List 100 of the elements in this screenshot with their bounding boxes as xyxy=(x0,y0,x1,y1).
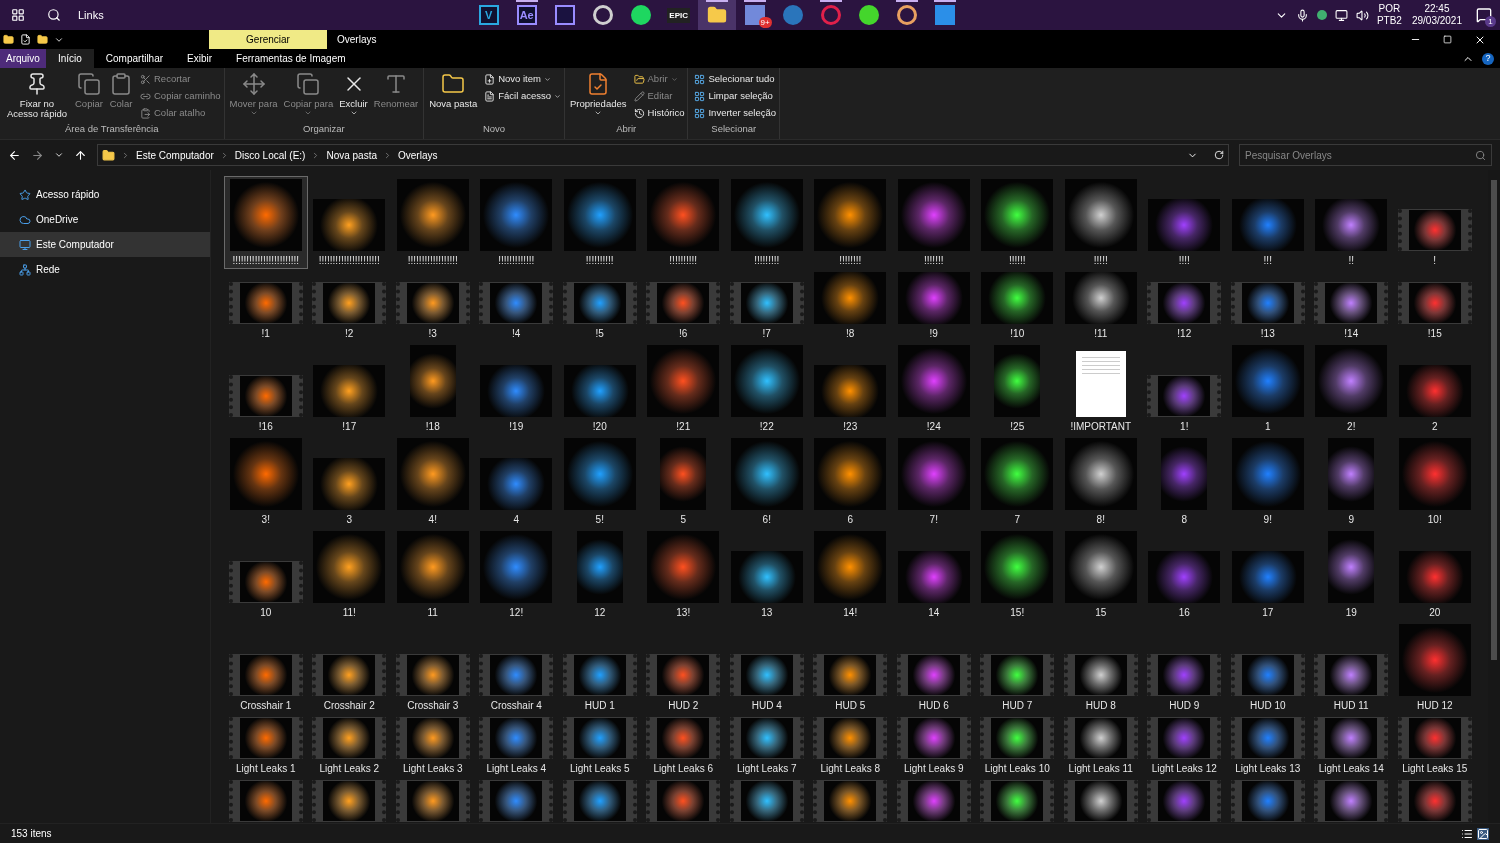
file-item[interactable]: 14! xyxy=(808,528,892,621)
file-item[interactable]: !!!!!!!!!! xyxy=(641,176,725,269)
file-item[interactable]: !!!!!!!! xyxy=(808,176,892,269)
file-item[interactable]: 15 xyxy=(1059,528,1143,621)
file-item[interactable]: !14 xyxy=(1309,279,1393,342)
up-icon[interactable] xyxy=(74,148,87,162)
file-item[interactable]: Light Leaks 5 xyxy=(558,714,642,777)
file-item[interactable]: 12 xyxy=(558,528,642,621)
file-item[interactable]: 4! xyxy=(391,435,475,528)
file-item[interactable]: Light Leaks 1 xyxy=(224,714,308,777)
file-item[interactable]: !!!!!!!!!!!!!!!!!!!!!!!! xyxy=(224,176,308,269)
taskbar-button[interactable]: 9+ xyxy=(735,0,774,30)
file-item[interactable]: 10 xyxy=(224,558,308,621)
file-item[interactable]: !19 xyxy=(474,362,558,435)
folder-icon[interactable] xyxy=(37,34,48,45)
file-item[interactable]: Crosshair 3 xyxy=(391,651,475,714)
file-item[interactable]: 8 xyxy=(1142,435,1226,528)
file-item[interactable]: 6 xyxy=(808,435,892,528)
file-item[interactable]: !15 xyxy=(1393,279,1477,342)
file-item[interactable]: Light Leaks 3 xyxy=(391,714,475,777)
sidebar-item[interactable]: Acesso rápido xyxy=(0,182,210,207)
file-item[interactable]: !1 xyxy=(224,279,308,342)
file-item[interactable]: 2 xyxy=(1393,362,1477,435)
file-item[interactable]: !!!!!! xyxy=(975,176,1059,269)
file-item[interactable]: 7 xyxy=(975,435,1059,528)
file-item[interactable]: Light Leaks 11 xyxy=(1059,714,1143,777)
file-item[interactable]: HUD 8 xyxy=(1059,651,1143,714)
file-item[interactable]: !!!!!!!!!!!!!!!!!! xyxy=(391,176,475,269)
file-item[interactable]: !IMPORTANT xyxy=(1059,348,1143,435)
file-item[interactable]: !13 xyxy=(1226,279,1310,342)
taskbar-button[interactable] xyxy=(697,0,736,30)
file-item[interactable]: Light Leaks 6 xyxy=(641,714,725,777)
breadcrumb[interactable]: Este Computador xyxy=(136,147,214,163)
properties-icon[interactable] xyxy=(20,34,31,45)
details-view-icon[interactable] xyxy=(1461,827,1473,840)
file-item[interactable]: !23 xyxy=(808,362,892,435)
file-item[interactable]: 9 xyxy=(1309,435,1393,528)
file-item[interactable]: !4 xyxy=(474,279,558,342)
ribbon-button[interactable]: Inverter seleção xyxy=(694,106,777,120)
taskbar-label[interactable]: Links xyxy=(78,6,104,24)
file-item[interactable]: HUD 12 xyxy=(1393,621,1477,714)
file-item[interactable]: 1! xyxy=(1142,372,1226,435)
file-item[interactable]: !20 xyxy=(558,362,642,435)
ribbon-button[interactable]: Nova pasta xyxy=(427,72,480,109)
file-item[interactable]: !!!!!!! xyxy=(892,176,976,269)
file-item[interactable]: 13! xyxy=(641,528,725,621)
file-item[interactable]: !16 xyxy=(224,372,308,435)
taskbar-button[interactable]: V xyxy=(469,0,508,30)
file-item[interactable]: HUD 5 xyxy=(808,651,892,714)
file-item[interactable]: !3 xyxy=(391,279,475,342)
file-item[interactable]: 14 xyxy=(892,548,976,621)
file-item[interactable]: Light Leaks 9 xyxy=(892,714,976,777)
file-item[interactable]: 15! xyxy=(975,528,1059,621)
file-item[interactable]: 9! xyxy=(1226,435,1310,528)
file-item[interactable]: 11! xyxy=(307,528,391,621)
file-item[interactable]: HUD 2 xyxy=(641,651,725,714)
file-item[interactable]: !!! xyxy=(1226,196,1310,269)
file-item[interactable]: Light Leaks 8 xyxy=(808,714,892,777)
taskbar-button[interactable]: Ae xyxy=(507,0,546,30)
help-button[interactable]: ? xyxy=(1482,52,1494,65)
file-item[interactable]: Crosshair 4 xyxy=(474,651,558,714)
file-item[interactable]: !!!!! xyxy=(1059,176,1143,269)
file-item[interactable]: 3! xyxy=(224,435,308,528)
file-item[interactable]: !10 xyxy=(975,269,1059,342)
ribbon-button[interactable]: Excluir xyxy=(337,72,370,117)
network-icon[interactable] xyxy=(1334,8,1348,22)
file-item[interactable]: 11 xyxy=(391,528,475,621)
file-item[interactable]: 5! xyxy=(558,435,642,528)
ribbon-tab[interactable]: Compartilhar xyxy=(93,49,176,68)
file-item[interactable]: HUD 10 xyxy=(1226,651,1310,714)
forward-icon[interactable] xyxy=(31,148,44,162)
file-item[interactable]: Crosshair 1 xyxy=(224,651,308,714)
file-item[interactable]: 2! xyxy=(1309,342,1393,435)
file-item[interactable]: !18 xyxy=(391,342,475,435)
file-item[interactable]: !!!!!!!!!!!!!!!!!!!!!! xyxy=(307,196,391,269)
file-item[interactable]: !8 xyxy=(808,269,892,342)
file-item[interactable]: HUD 9 xyxy=(1142,651,1226,714)
clock[interactable]: 22:45 29/03/2021 xyxy=(1411,3,1462,27)
file-item[interactable]: !!!!!!!!! xyxy=(725,176,809,269)
sidebar-item[interactable]: Este Computador xyxy=(0,232,210,257)
file-item[interactable]: !! xyxy=(1309,196,1393,269)
taskbar-button[interactable]: EPIC xyxy=(659,0,698,30)
notifications-icon[interactable] xyxy=(1476,7,1492,23)
file-item[interactable]: !17 xyxy=(307,362,391,435)
file-item[interactable]: HUD 11 xyxy=(1309,651,1393,714)
ribbon-tab[interactable]: Exibir xyxy=(175,49,225,68)
file-item[interactable]: ! xyxy=(1393,206,1477,269)
refresh-icon[interactable] xyxy=(1214,150,1224,160)
address-bar[interactable]: Este Computador Disco Local (E:) Nova pasta Overlays xyxy=(97,144,1229,166)
file-item[interactable]: !9 xyxy=(892,269,976,342)
file-item[interactable]: !5 xyxy=(558,279,642,342)
file-item[interactable]: 7! xyxy=(892,435,976,528)
ribbon-button[interactable]: Selecionar tudo xyxy=(694,72,777,86)
file-item[interactable]: !6 xyxy=(641,279,725,342)
volume-icon[interactable] xyxy=(1355,8,1369,22)
breadcrumb[interactable]: Nova pasta xyxy=(326,147,377,163)
large-icons-view-icon[interactable] xyxy=(1477,827,1489,840)
file-item[interactable]: Light Leaks 15 xyxy=(1393,714,1477,777)
file-item[interactable]: !11 xyxy=(1059,269,1143,342)
file-item[interactable]: HUD 1 xyxy=(558,651,642,714)
